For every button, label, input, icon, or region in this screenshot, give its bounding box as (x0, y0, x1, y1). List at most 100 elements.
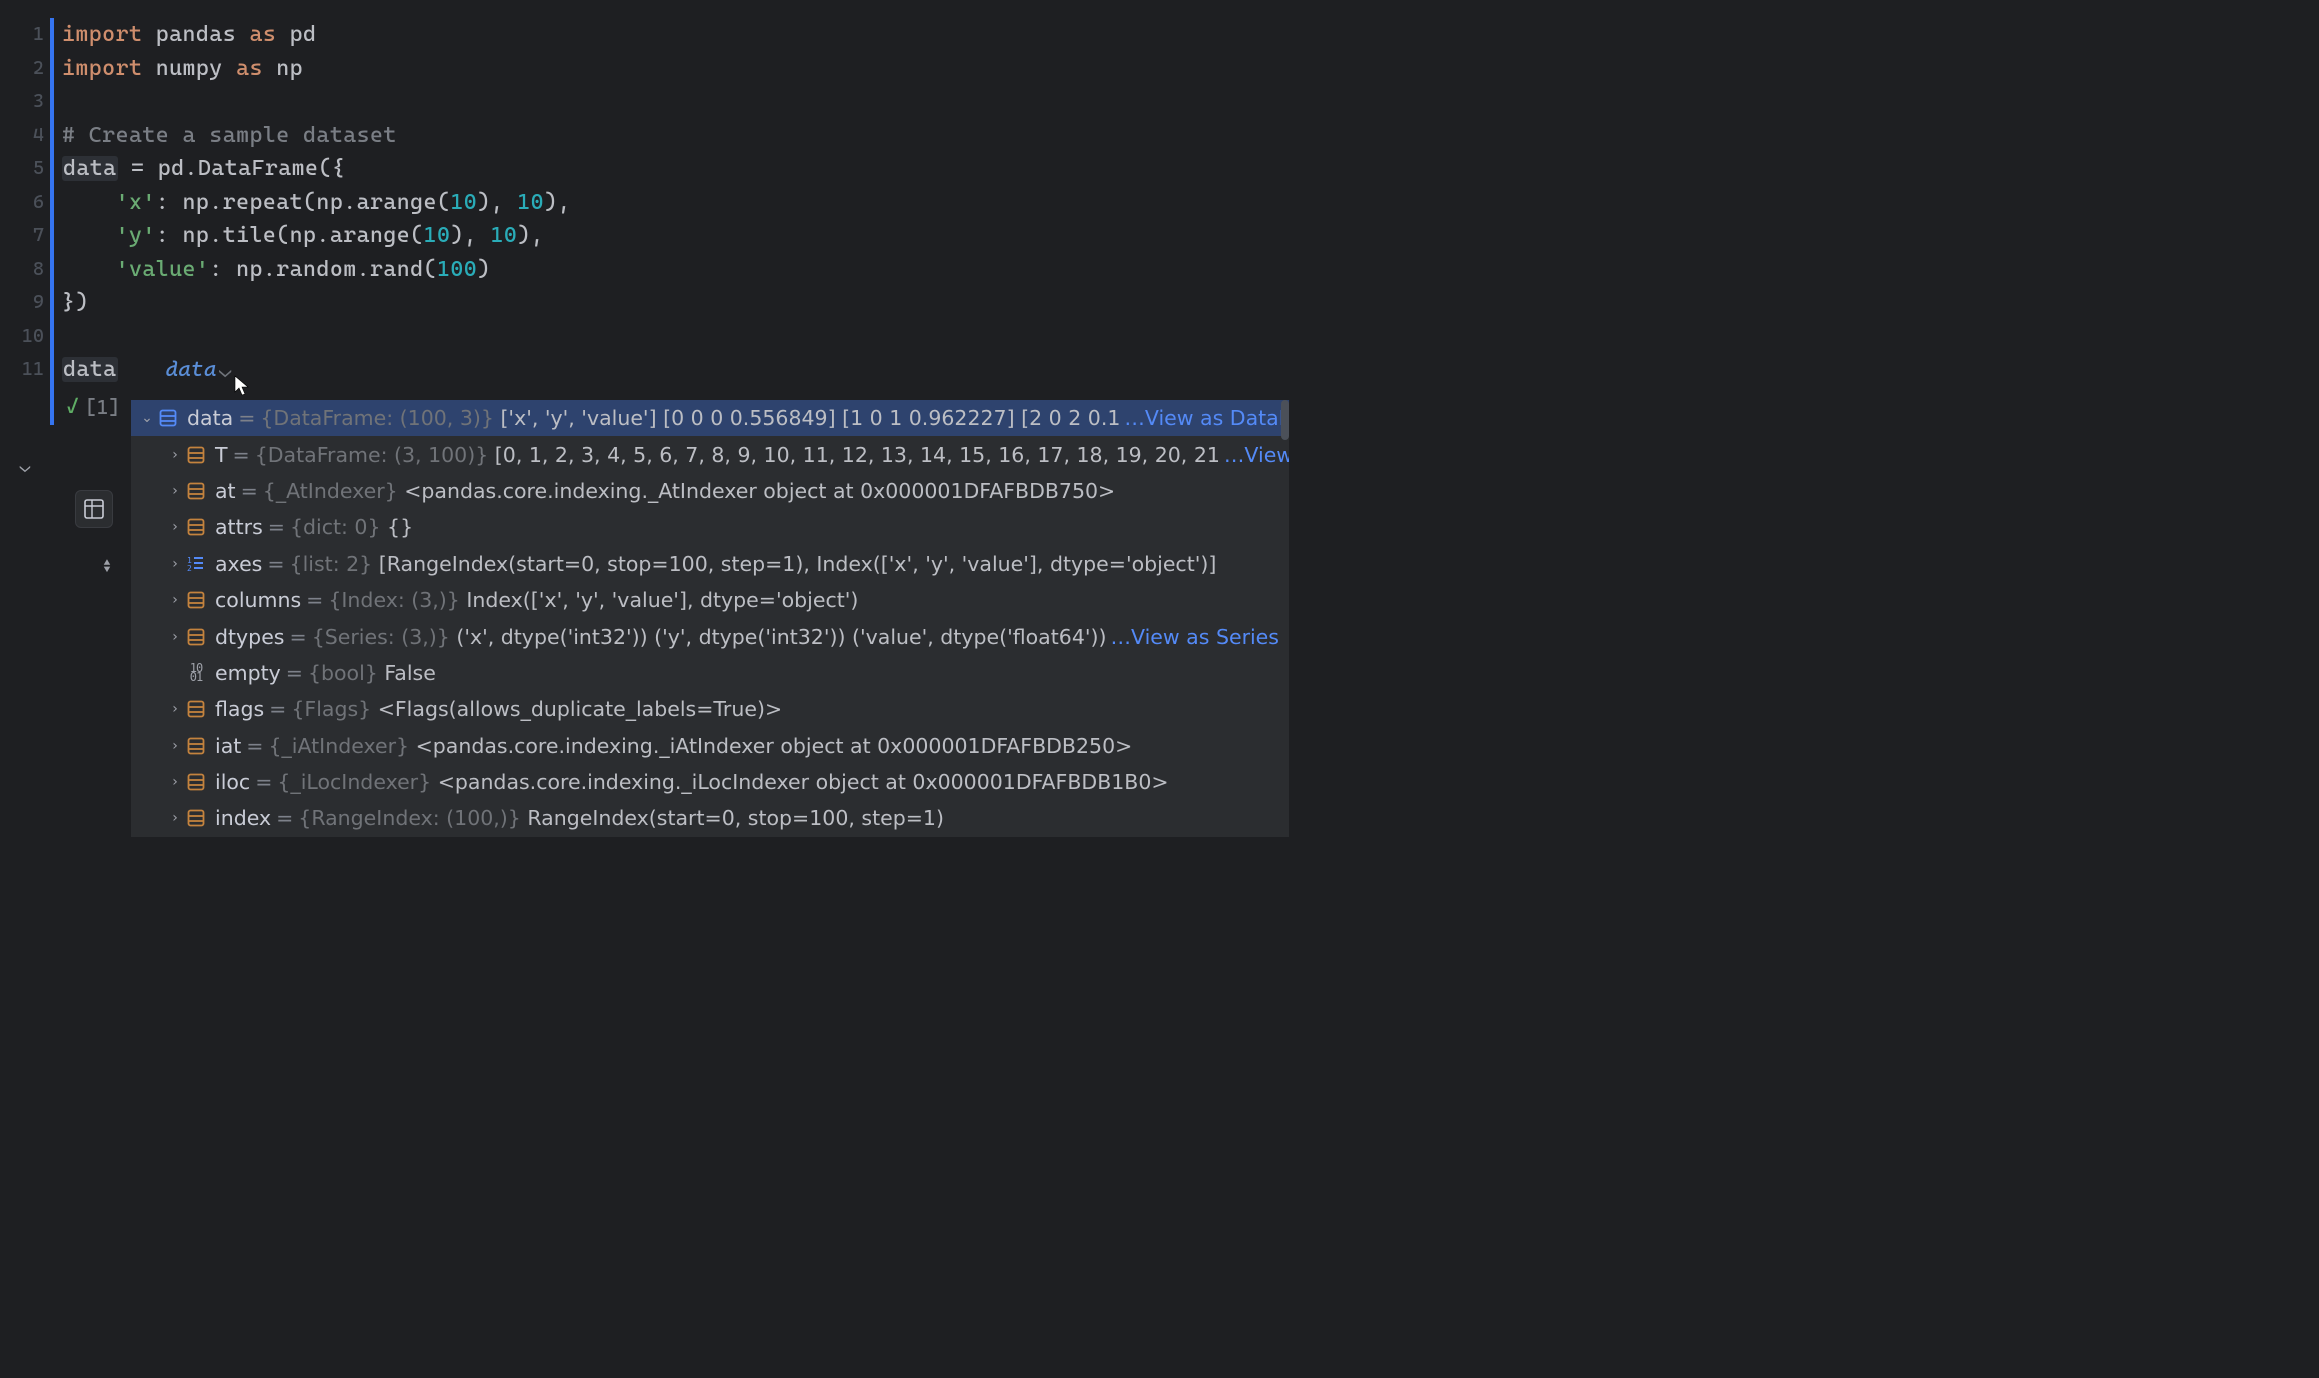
view-as-dataframe-link[interactable]: …View as DataFrame (1124, 406, 1289, 430)
var-value: False (384, 661, 435, 685)
line-number: 3 (0, 85, 44, 119)
variable-row[interactable]: ›attrs={dict: 0} {} (131, 509, 1289, 545)
var-type: {Flags} (291, 697, 371, 721)
var-type: {_AtIndexer} (263, 479, 398, 503)
var-value: {} (387, 515, 413, 539)
code-line[interactable]: }) (62, 286, 2319, 320)
code-line[interactable]: datadata⌄ (62, 353, 2319, 387)
scrollbar[interactable] (1281, 400, 1289, 440)
var-value: <pandas.core.indexing._iLocIndexer objec… (438, 770, 1169, 794)
variable-inspector-popup[interactable]: ⌄ data = {DataFrame: (100, 3)} ['x', 'y'… (130, 400, 1290, 838)
code-line[interactable] (62, 85, 2319, 119)
code-line[interactable]: import numpy as np (62, 52, 2319, 86)
table-view-button[interactable] (75, 490, 113, 528)
code-line[interactable]: # Create a sample dataset (62, 119, 2319, 153)
var-name: at (215, 479, 236, 503)
output-tool-column: ⌄ ▲▼ (0, 455, 50, 578)
var-type: {DataFrame: (3, 100)} (255, 443, 489, 467)
variable-row[interactable]: ›flags={Flags} <Flags(allows_duplicate_l… (131, 691, 1289, 727)
line-number: 9 (0, 286, 44, 320)
var-value: Index(['x', 'y', 'value'], dtype='object… (466, 588, 858, 612)
code-line[interactable]: data = pd.DataFrame({ (62, 152, 2319, 186)
object-icon (185, 626, 207, 648)
var-name: columns (215, 588, 301, 612)
var-value: ['x', 'y', 'value'] [0 0 0 0.556849] [1 … (500, 406, 1120, 430)
code-line[interactable]: 'y': np.tile(np.arange(10), 10), (62, 219, 2319, 253)
variable-row[interactable]: ›dtypes={Series: (3,)} ('x', dtype('int3… (131, 618, 1289, 654)
var-name: dtypes (215, 625, 285, 649)
var-name: iloc (215, 770, 250, 794)
check-icon: ✓ (66, 394, 79, 419)
variable-row[interactable]: ›T={DataFrame: (3, 100)} [0, 1, 2, 3, 4,… (131, 436, 1289, 472)
object-icon (185, 771, 207, 793)
var-name: data (187, 406, 233, 430)
var-value: <Flags(allows_duplicate_labels=True)> (378, 697, 782, 721)
code-area[interactable]: import pandas as pd import numpy as np #… (50, 18, 2319, 425)
chevron-right-icon[interactable]: › (165, 774, 185, 790)
variable-row[interactable]: ›iloc={_iLocIndexer} <pandas.core.indexi… (131, 764, 1289, 800)
chevron-right-icon[interactable]: › (165, 738, 185, 754)
chevron-down-icon[interactable]: ⌄ (0, 455, 50, 478)
line-number: 4 (0, 119, 44, 153)
var-type: {_iAtIndexer} (268, 734, 409, 758)
chevron-right-icon[interactable]: › (165, 810, 185, 826)
variable-row[interactable]: ›index={RangeIndex: (100,)} RangeIndex(s… (131, 800, 1289, 836)
line-number: 6 (0, 186, 44, 220)
view-link[interactable]: …View as DataFrame (1224, 443, 1289, 467)
variable-row-root[interactable]: ⌄ data = {DataFrame: (100, 3)} ['x', 'y'… (131, 400, 1289, 436)
object-icon (185, 516, 207, 538)
code-line[interactable]: 'value': np.random.rand(100) (62, 253, 2319, 287)
var-type: {_iLocIndexer} (277, 770, 431, 794)
line-number: 2 (0, 52, 44, 86)
chevron-right-icon[interactable]: › (165, 483, 185, 499)
line-number: 7 (0, 219, 44, 253)
chevron-right-icon[interactable]: › (165, 629, 185, 645)
object-icon (185, 807, 207, 829)
var-name: flags (215, 697, 264, 721)
variable-row[interactable]: ›iat={_iAtIndexer} <pandas.core.indexing… (131, 728, 1289, 764)
variable-row[interactable]: ›12axes={list: 2} [RangeIndex(start=0, s… (131, 546, 1289, 582)
var-value: ('x', dtype('int32')) ('y', dtype('int32… (456, 625, 1106, 649)
line-number: 8 (0, 253, 44, 287)
variable-row[interactable]: ›columns={Index: (3,)} Index(['x', 'y', … (131, 582, 1289, 618)
var-value: [RangeIndex(start=0, stop=100, step=1), … (379, 552, 1217, 576)
var-name: iat (215, 734, 241, 758)
var-type: {Index: (3,)} (328, 588, 460, 612)
list-icon: 12 (185, 553, 207, 575)
var-type: {Series: (3,)} (312, 625, 450, 649)
object-icon (185, 480, 207, 502)
object-icon (185, 444, 207, 466)
chevron-right-icon[interactable]: › (165, 701, 185, 717)
chevron-right-icon[interactable]: › (165, 447, 185, 463)
code-line[interactable] (62, 320, 2319, 354)
bool-icon: 10 01 (185, 662, 207, 684)
line-number: 1 (0, 18, 44, 52)
var-value: [0, 1, 2, 3, 4, 5, 6, 7, 8, 9, 10, 11, 1… (495, 443, 1220, 467)
variable-row[interactable]: 10 01empty={bool} False (131, 655, 1289, 691)
chevron-right-icon[interactable]: › (165, 592, 185, 608)
object-icon (185, 698, 207, 720)
inline-value-hint[interactable]: data⌄ (166, 357, 232, 381)
code-line[interactable]: 'x': np.repeat(np.arange(10), 10), (62, 186, 2319, 220)
line-number: 5 (0, 152, 44, 186)
var-type: {list: 2} (290, 552, 373, 576)
var-type: {RangeIndex: (100,)} (298, 806, 521, 830)
object-icon (185, 589, 207, 611)
chevron-right-icon[interactable]: › (165, 519, 185, 535)
variable-row[interactable]: ›at={_AtIndexer} <pandas.core.indexing._… (131, 473, 1289, 509)
var-value: <pandas.core.indexing._iAtIndexer object… (416, 734, 1133, 758)
var-value: RangeIndex(start=0, stop=100, step=1) (527, 806, 944, 830)
editor: 1 2 3 4 5 6 7 8 9 10 11 import pandas as… (0, 0, 2319, 425)
sort-stepper[interactable]: ▲▼ (98, 554, 116, 578)
var-type: {bool} (308, 661, 378, 685)
chevron-right-icon[interactable]: › (165, 556, 185, 572)
view-link[interactable]: …View as Series (1111, 625, 1279, 649)
chevron-down-icon[interactable]: ⌄ (219, 354, 232, 388)
object-icon (157, 407, 179, 429)
code-line[interactable]: import pandas as pd (62, 18, 2319, 52)
execution-count: [1] (85, 395, 120, 419)
var-name: empty (215, 661, 281, 685)
var-name: index (215, 806, 271, 830)
gutter: 1 2 3 4 5 6 7 8 9 10 11 (0, 18, 50, 425)
chevron-down-icon[interactable]: ⌄ (137, 410, 157, 426)
